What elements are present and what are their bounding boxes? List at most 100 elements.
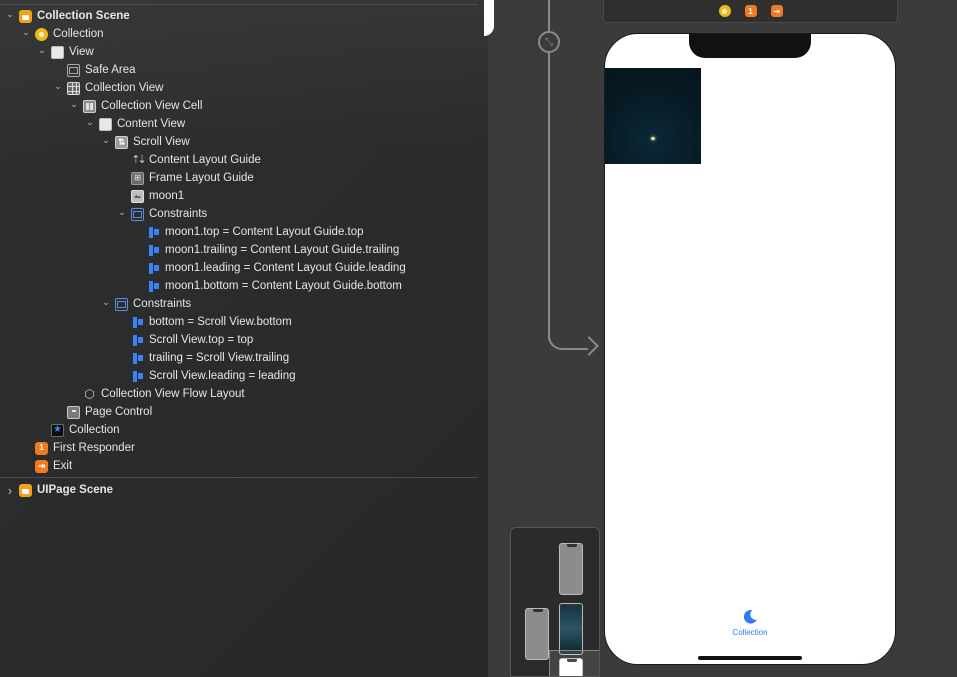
disclosure-closed-icon[interactable]: › — [4, 483, 16, 498]
outline-row-label: bottom = Scroll View.bottom — [149, 316, 292, 328]
minimap-viewport[interactable] — [549, 650, 599, 676]
disclosure-open-icon[interactable]: ⌄ — [100, 296, 112, 308]
outline-row-label: Constraints — [149, 208, 208, 220]
outline-row-label: Constraints — [133, 298, 192, 310]
outline-row[interactable]: ⌄moon1.trailing = Content Layout Guide.t… — [0, 241, 478, 259]
outline-row[interactable]: ⌄Scroll View.top = top — [0, 331, 478, 349]
previous-scene-edge[interactable] — [484, 0, 494, 36]
cst-icon — [147, 244, 160, 257]
outline-row-label: Exit — [53, 460, 73, 472]
outline-row-label: Scroll View — [133, 136, 190, 148]
outline-row[interactable]: ⌄Collection — [0, 421, 478, 439]
cst-icon — [131, 352, 144, 365]
outline-row[interactable]: ⌄ Collection View Cell — [0, 97, 478, 115]
frame-icon — [131, 171, 144, 185]
outline-row-label: Collection — [53, 28, 104, 40]
disclosure-open-icon[interactable]: ⌄ — [4, 8, 16, 20]
disclosure-open-icon[interactable]: ⌄ — [52, 80, 64, 92]
outline-row-label: moon1 — [149, 190, 185, 202]
constraints-icon — [131, 207, 144, 221]
outline-row[interactable]: ⌄ Scroll View — [0, 133, 478, 151]
minimap-scene[interactable] — [559, 543, 583, 595]
outline-row[interactable]: ⌄moon1 — [0, 187, 478, 205]
home-indicator — [698, 656, 802, 660]
constraints-icon — [115, 297, 128, 311]
outline-row[interactable]: ⌄ Constraints — [0, 205, 478, 223]
scene-icon — [19, 9, 32, 23]
outline-row-label: Scroll View.leading = leading — [149, 370, 296, 382]
scene-separator — [0, 477, 478, 478]
disclosure-open-icon[interactable]: ⌄ — [20, 26, 32, 38]
outline-row[interactable]: ⌄moon1.top = Content Layout Guide.top — [0, 223, 478, 241]
outline-row[interactable]: ⌄Safe Area — [0, 61, 478, 79]
view-controller-icon[interactable] — [718, 5, 731, 17]
vc-icon — [35, 27, 48, 41]
outline-row[interactable]: ⌄Exit — [0, 457, 478, 475]
outline-row[interactable]: ⌄bottom = Scroll View.bottom — [0, 313, 478, 331]
outline-row-label: moon1.trailing = Content Layout Guide.tr… — [165, 244, 400, 256]
outline-row[interactable]: ⌄trailing = Scroll View.trailing — [0, 349, 478, 367]
outline-row[interactable]: › UIPage Scene — [0, 481, 478, 499]
device-notch — [689, 34, 811, 58]
scene-dock: 1 — [603, 0, 898, 23]
outline-row[interactable]: ⌄Scroll View.leading = leading — [0, 367, 478, 385]
outline-row[interactable]: ⌄ View — [0, 43, 478, 61]
view-icon — [99, 117, 112, 131]
exit-icon[interactable] — [770, 5, 783, 17]
disclosure-open-icon[interactable]: ⌄ — [36, 44, 48, 56]
outline-row-label: Collection Scene — [37, 10, 130, 22]
grid-icon — [67, 81, 80, 95]
disclosure-open-icon[interactable]: ⌄ — [100, 134, 112, 146]
scene-icon — [19, 483, 32, 497]
outline-row-label: View — [69, 46, 94, 58]
collection-cell-moon-image[interactable] — [605, 68, 701, 164]
outline-row-label: Safe Area — [85, 64, 136, 76]
cell-icon — [83, 99, 96, 113]
tab-bar-item-label: Collection — [732, 628, 768, 637]
outline-row[interactable]: ⌄ Collection View — [0, 79, 478, 97]
outline-row-label: Collection View Flow Layout — [101, 388, 245, 400]
view-icon — [51, 45, 64, 59]
outline-row-label: Scroll View.top = top — [149, 334, 254, 346]
device-frame[interactable]: Collection — [604, 33, 896, 665]
disclosure-open-icon[interactable]: ⌄ — [116, 206, 128, 218]
outline-row-label: First Responder — [53, 442, 135, 454]
moon-icon — [743, 610, 757, 624]
scroll-icon — [115, 135, 128, 149]
disclosure-open-icon[interactable]: ⌄ — [84, 116, 96, 128]
outline-row[interactable]: ⌄1First Responder — [0, 439, 478, 457]
outline-row[interactable]: ⌄moon1.leading = Content Layout Guide.le… — [0, 259, 478, 277]
document-outline: ⌄Collection Scene⌄Collection⌄View⌄Safe A… — [0, 0, 488, 677]
outline-row[interactable]: ⌄Frame Layout Guide — [0, 169, 478, 187]
outline-row-label: trailing = Scroll View.trailing — [149, 352, 290, 364]
outline-row[interactable]: ⌄Page Control — [0, 403, 478, 421]
outline-row[interactable]: ⌄ Collection — [0, 25, 478, 43]
outline-row-label: Collection — [69, 424, 120, 436]
image-icon — [131, 189, 144, 203]
outline-row-label: moon1.bottom = Content Layout Guide.bott… — [165, 280, 402, 292]
outline-row[interactable]: ⌄Content Layout Guide — [0, 151, 478, 169]
canvas-minimap[interactable] — [510, 527, 600, 677]
moon-highlight — [651, 137, 655, 140]
segue-relationship-icon[interactable]: ⤡ — [538, 31, 560, 53]
storyboard-canvas[interactable]: ⤡ 1 Collection — [484, 0, 957, 677]
outline-row-label: moon1.top = Content Layout Guide.top — [165, 226, 364, 238]
first-responder-icon[interactable]: 1 — [744, 5, 757, 17]
outline-row[interactable]: ⌄ Collection Scene — [0, 7, 478, 25]
outline-row[interactable]: ⌄ Content View — [0, 115, 478, 133]
outline-row[interactable]: ⌄ Constraints — [0, 295, 478, 313]
outline-row-label: moon1.leading = Content Layout Guide.lea… — [165, 262, 406, 274]
disclosure-open-icon[interactable]: ⌄ — [68, 98, 80, 110]
outline-row-label: Frame Layout Guide — [149, 172, 254, 184]
first-icon: 1 — [35, 441, 48, 455]
guide-icon — [131, 154, 144, 167]
outline-row-label: Content View — [117, 118, 186, 130]
minimap-scene[interactable] — [559, 603, 583, 655]
outline-row-label: Collection View — [85, 82, 164, 94]
page-icon — [67, 405, 80, 419]
cst-icon — [147, 226, 160, 239]
tab-bar-item-collection[interactable]: Collection — [717, 608, 783, 642]
outline-row[interactable]: ⌄moon1.bottom = Content Layout Guide.bot… — [0, 277, 478, 295]
minimap-scene[interactable] — [525, 608, 549, 660]
outline-row[interactable]: ⌄Collection View Flow Layout — [0, 385, 478, 403]
